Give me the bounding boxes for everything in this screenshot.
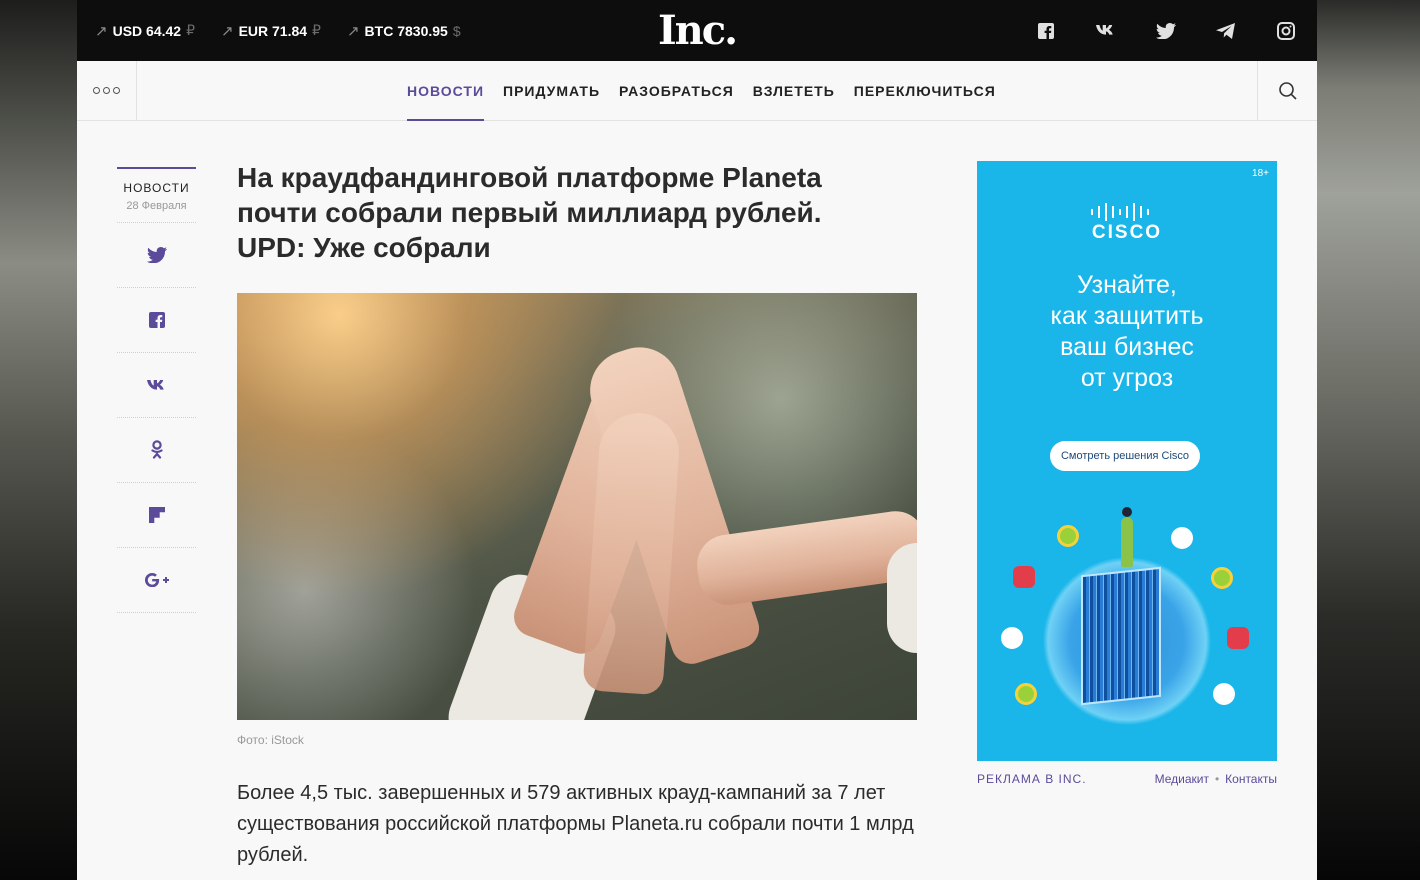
virus-icon [1015, 683, 1037, 705]
ad-cta-button[interactable]: Смотреть решения Cisco [1050, 441, 1200, 471]
share-facebook[interactable] [117, 288, 196, 353]
search-icon [1278, 81, 1297, 100]
contacts-link[interactable]: Контакты [1225, 772, 1277, 786]
twitter-icon[interactable] [1155, 20, 1177, 42]
main-nav: НОВОСТИ ПРИДУМАТЬ РАЗОБРАТЬСЯ ВЗЛЕТЕТЬ П… [77, 61, 1317, 121]
currency-rates: ↗ USD 64.42 ₽ ↗ EUR 71.84 ₽ ↗ BTC 7830.9… [95, 0, 461, 61]
ad-footer-links: Медиакит • Контакты [1155, 772, 1277, 786]
social-links [1035, 0, 1297, 61]
skull-icon [1171, 527, 1193, 549]
article-photo [237, 293, 917, 720]
facebook-icon [148, 312, 165, 328]
rate-usd: ↗ USD 64.42 ₽ [95, 22, 195, 40]
virus-icon [1211, 567, 1233, 589]
photo-caption: Фото: iStock [237, 733, 304, 747]
trend-up-icon: ↗ [220, 22, 234, 40]
skull-icon [1213, 683, 1235, 705]
ad-person-graphic [1121, 507, 1133, 567]
ad-brand: CISCO [1091, 222, 1163, 243]
virus-icon [1057, 525, 1079, 547]
article-title: На краудфандинговой платформе Planeta по… [237, 162, 822, 263]
vk-icon [146, 379, 164, 390]
nav-items: НОВОСТИ ПРИДУМАТЬ РАЗОБРАТЬСЯ ВЗЛЕТЕТЬ П… [407, 61, 996, 121]
share-google-plus[interactable] [117, 548, 196, 613]
share-odnoklassniki[interactable] [117, 418, 196, 483]
trend-up-icon: ↗ [346, 22, 360, 40]
photo-sleeve [887, 543, 917, 653]
article-lead: Более 4,5 тыс. завершенных и 579 активны… [237, 782, 914, 866]
nav-item-takeoff[interactable]: ВЗЛЕТЕТЬ [753, 61, 835, 121]
nav-item-invent[interactable]: ПРИДУМАТЬ [503, 61, 600, 121]
twitter-icon [146, 247, 167, 263]
background-left [0, 0, 77, 880]
ad-headline: Узнайте, как защитить ваш бизнес от угро… [1050, 271, 1204, 392]
share-twitter[interactable] [117, 223, 196, 288]
facebook-icon[interactable] [1035, 20, 1057, 42]
currency-symbol: $ [452, 22, 461, 39]
article-meta: НОВОСТИ 28 Февраля [117, 167, 196, 223]
skull-icon [1001, 627, 1023, 649]
virus-icon [1013, 566, 1035, 588]
rate-label: EUR 71.84 [238, 22, 308, 39]
ad-label-link[interactable]: РЕКЛАМА В INC. [977, 772, 1087, 786]
article-category[interactable]: НОВОСТИ [117, 181, 196, 195]
separator-dot: • [1214, 772, 1220, 786]
rate-label: USD 64.42 [112, 22, 182, 39]
nav-item-switch[interactable]: ПЕРЕКЛЮЧИТЬСЯ [854, 61, 996, 121]
share-vk[interactable] [117, 353, 196, 418]
telegram-icon[interactable] [1215, 20, 1237, 42]
nav-item-understand[interactable]: РАЗОБРАТЬСЯ [619, 61, 734, 121]
menu-button[interactable] [77, 61, 137, 120]
age-rating: 18+ [1252, 168, 1269, 179]
top-bar: ↗ USD 64.42 ₽ ↗ EUR 71.84 ₽ ↗ BTC 7830.9… [77, 0, 1317, 61]
nav-item-news[interactable]: НОВОСТИ [407, 61, 485, 121]
cisco-logo-bars-icon [1091, 203, 1149, 221]
site-logo[interactable]: Inc. [658, 10, 738, 52]
dot-icon [93, 87, 100, 94]
mediakit-link[interactable]: Медиакит [1155, 772, 1209, 786]
cisco-ad-banner[interactable]: 18+ CISCO Узнайте, как защитить ваш бизн… [977, 161, 1277, 761]
share-column: НОВОСТИ 28 Февраля [117, 167, 196, 613]
flipboard-icon [148, 507, 165, 523]
ad-tower-graphic [1081, 566, 1161, 706]
photo-hand [693, 507, 917, 609]
virus-icon [1227, 627, 1249, 649]
search-button[interactable] [1257, 61, 1317, 120]
rate-eur: ↗ EUR 71.84 ₽ [221, 22, 321, 40]
trend-up-icon: ↗ [95, 22, 108, 40]
currency-symbol: ₽ [312, 22, 321, 38]
share-flipboard[interactable] [117, 483, 196, 548]
page: ↗ USD 64.42 ₽ ↗ EUR 71.84 ₽ ↗ BTC 7830.9… [77, 0, 1317, 880]
odnoklassniki-icon [150, 440, 163, 459]
article-date: 28 Февраля [126, 200, 187, 212]
rate-label: BTC 7830.95 [364, 22, 448, 39]
rate-btc: ↗ BTC 7830.95 $ [347, 22, 461, 40]
background-right [1317, 0, 1420, 880]
dot-icon [103, 87, 110, 94]
currency-symbol: ₽ [186, 22, 195, 38]
google-plus-icon [144, 573, 169, 587]
ad-footer: РЕКЛАМА В INC. Медиакит • Контакты [977, 772, 1277, 786]
vk-icon[interactable] [1095, 20, 1117, 42]
dot-icon [113, 87, 120, 94]
instagram-icon[interactable] [1275, 20, 1297, 42]
